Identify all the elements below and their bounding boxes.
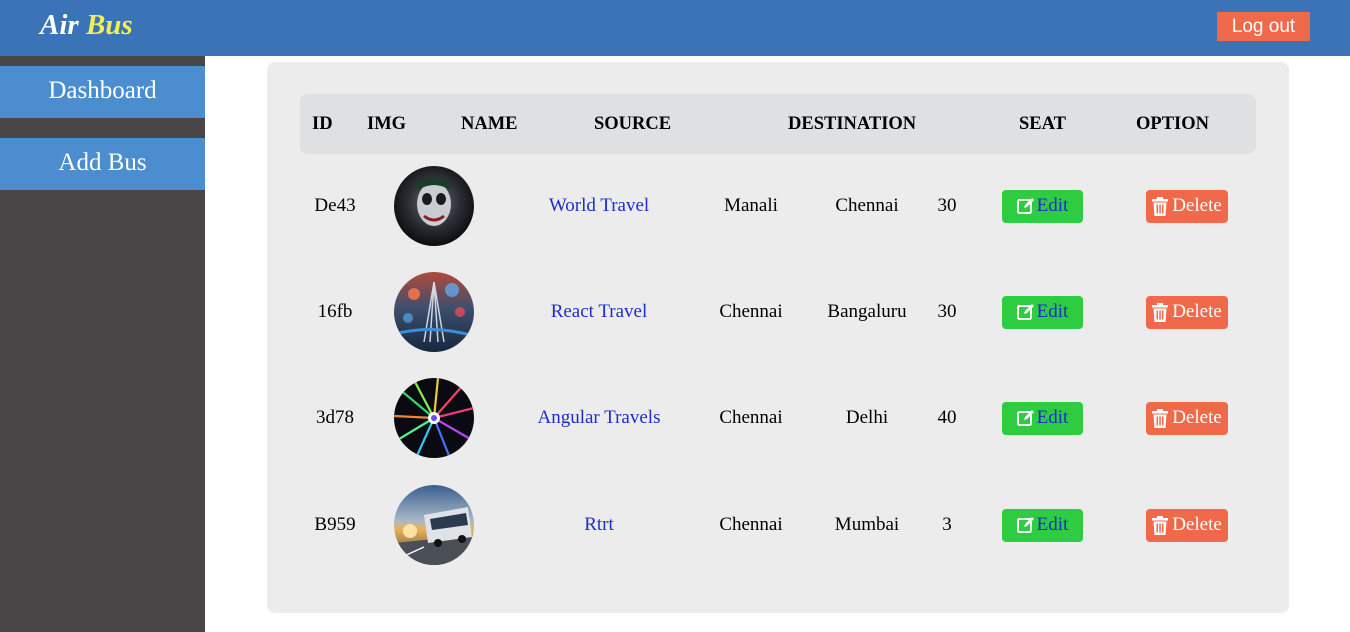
delete-cell: Delete (1146, 475, 1228, 575)
top-navbar: Air Bus Log out (0, 0, 1350, 56)
bus-image-cell (394, 262, 474, 362)
edit-cell: Edit (1002, 475, 1083, 575)
edit-button[interactable]: Edit (1002, 508, 1083, 542)
logout-button[interactable]: Log out (1217, 12, 1310, 41)
edit-cell: Edit (1002, 368, 1083, 468)
bus-seat: 3 (942, 514, 952, 535)
delete-label: Delete (1172, 407, 1222, 428)
bus-seat: 30 (937, 301, 957, 322)
column-header-img: IMG (367, 114, 407, 134)
pencil-square-icon (1016, 409, 1035, 427)
bus-table-panel: ID IMG NAME SOURCE DESTINATION SEAT OPTI… (267, 62, 1289, 613)
bus-image (394, 378, 474, 458)
trash-icon (1152, 408, 1169, 428)
bus-name-link[interactable]: React Travel (519, 262, 679, 362)
delete-cell: Delete (1146, 262, 1228, 362)
column-header-id: ID (312, 114, 333, 134)
bus-source: Manali (724, 195, 778, 216)
edit-label: Edit (1036, 514, 1069, 535)
edit-button[interactable]: Edit (1002, 189, 1083, 223)
table-row: 16fb React Travel Chennai Bangaluru 30 E… (267, 262, 1289, 362)
delete-button[interactable]: Delete (1146, 189, 1228, 223)
delete-button[interactable]: Delete (1146, 401, 1228, 435)
bus-id: 16fb (317, 301, 353, 322)
bus-destination: Bangaluru (827, 301, 907, 322)
bus-image-cell (394, 156, 474, 256)
sidebar-item-dashboard[interactable]: Dashboard (0, 66, 205, 118)
bus-image (394, 166, 474, 246)
edit-button[interactable]: Edit (1002, 401, 1083, 435)
trash-icon (1152, 196, 1169, 216)
bus-id: De43 (314, 195, 356, 216)
edit-cell: Edit (1002, 262, 1083, 362)
table-header: ID IMG NAME SOURCE DESTINATION SEAT OPTI… (300, 94, 1256, 154)
brand-text-air: Air (40, 9, 79, 41)
delete-cell: Delete (1146, 368, 1228, 468)
brand-text-bus: Bus (85, 9, 133, 41)
bus-image-cell (394, 475, 474, 575)
pencil-square-icon (1016, 303, 1035, 321)
bus-seat: 30 (937, 195, 957, 216)
delete-label: Delete (1172, 195, 1222, 216)
pencil-square-icon (1016, 516, 1035, 534)
bus-id: 3d78 (316, 407, 354, 428)
bus-name-link[interactable]: Angular Travels (519, 368, 679, 468)
bus-source: Chennai (719, 514, 783, 535)
bus-destination: Mumbai (834, 514, 900, 535)
pencil-square-icon (1016, 197, 1035, 215)
column-header-source: SOURCE (594, 114, 672, 134)
bus-name-link[interactable]: World Travel (519, 156, 679, 256)
edit-cell: Edit (1002, 156, 1083, 256)
delete-button[interactable]: Delete (1146, 508, 1228, 542)
edit-label: Edit (1036, 407, 1069, 428)
bus-source: Chennai (719, 301, 783, 322)
delete-label: Delete (1172, 514, 1222, 535)
delete-button[interactable]: Delete (1146, 295, 1228, 329)
sidebar: Dashboard Add Bus (0, 56, 205, 632)
column-header-name: NAME (461, 114, 518, 134)
bus-source: Chennai (719, 407, 783, 428)
table-row: B959 Rtrt Chennai Mumbai 3 Edit Delete (267, 475, 1289, 575)
trash-icon (1152, 515, 1169, 535)
edit-label: Edit (1036, 301, 1069, 322)
bus-seat: 40 (937, 407, 957, 428)
trash-icon (1152, 302, 1169, 322)
table-row: De43 World Travel Manali Chennai 30 Edit… (267, 156, 1289, 256)
bus-id: B959 (314, 514, 356, 535)
column-header-destination: DESTINATION (788, 114, 917, 134)
bus-image (394, 485, 474, 565)
edit-button[interactable]: Edit (1002, 295, 1083, 329)
bus-name-link[interactable]: Rtrt (519, 475, 679, 575)
delete-label: Delete (1172, 301, 1222, 322)
table-row: 3d78 Angular Travels Chennai Delhi 40 Ed… (267, 368, 1289, 468)
bus-image (394, 272, 474, 352)
delete-cell: Delete (1146, 156, 1228, 256)
bus-destination: Chennai (835, 195, 899, 216)
edit-label: Edit (1036, 195, 1069, 216)
brand-logo[interactable]: Air Bus (40, 9, 133, 42)
column-header-seat: SEAT (1019, 114, 1066, 134)
bus-image-cell (394, 368, 474, 468)
bus-destination: Delhi (845, 407, 889, 428)
column-header-option: OPTION (1136, 114, 1209, 134)
sidebar-item-add-bus[interactable]: Add Bus (0, 138, 205, 190)
